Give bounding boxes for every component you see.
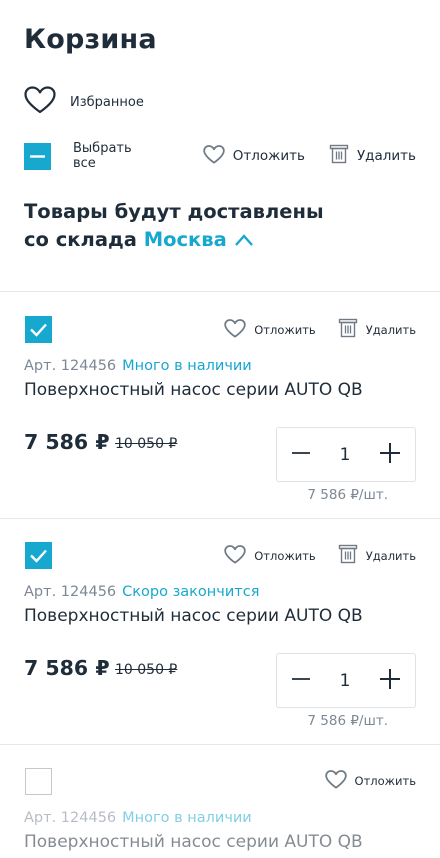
delete-item-button[interactable]: Удалить	[338, 318, 416, 341]
price: 7 586 ₽	[24, 656, 110, 680]
price: 7 586 ₽	[24, 430, 110, 454]
postpone-item-button[interactable]: Отложить	[224, 318, 316, 341]
favorites-label: Избранное	[70, 94, 144, 110]
unit-price: 7 586 ₽/шт.	[307, 713, 388, 729]
checkmark-icon	[30, 549, 47, 563]
heart-icon	[24, 86, 56, 118]
postpone-all-label: Отложить	[232, 148, 305, 164]
minus-icon	[292, 451, 310, 454]
delete-item-label: Удалить	[365, 322, 416, 337]
select-all-label: Выбрать все	[73, 141, 132, 171]
cart-toolbar: Выбрать все Отложить Удалить	[24, 140, 416, 172]
heart-icon	[324, 770, 347, 792]
plus-button[interactable]	[379, 442, 401, 468]
quantity-stepper: 1	[276, 427, 416, 482]
cart-item: Отложить Арт. 124456 Много в наличии Пове…	[0, 744, 440, 858]
product-name[interactable]: Поверхностный насос серии AUTO QB	[24, 832, 363, 852]
delivery-prefix: со склада	[24, 228, 137, 251]
trash-icon	[338, 318, 358, 341]
item-checkbox[interactable]	[25, 316, 52, 343]
quantity-value[interactable]: 1	[340, 445, 351, 465]
page-title: Корзина	[24, 24, 157, 55]
product-name[interactable]: Поверхностный насос серии AUTO QB	[24, 606, 363, 626]
postpone-all-button[interactable]: Отложить	[203, 144, 305, 168]
heart-icon	[224, 318, 246, 341]
stock-status: Скоро закончится	[122, 584, 260, 600]
plus-button[interactable]	[379, 668, 401, 694]
article-number: Арт. 124456	[24, 358, 117, 374]
stock-status: Много в наличии	[122, 358, 252, 374]
quantity-stepper: 1	[276, 653, 416, 708]
minus-button[interactable]	[291, 443, 311, 467]
article-number: Арт. 124456	[24, 584, 117, 600]
city-label: Москва	[143, 228, 227, 251]
minus-icon	[30, 154, 45, 158]
trash-icon	[329, 144, 349, 168]
delivery-line-2: со склада Москва	[24, 226, 324, 254]
checkmark-icon	[30, 323, 47, 337]
delivery-line-1: Товары будут доставлены	[24, 200, 324, 223]
quantity-value[interactable]: 1	[340, 671, 351, 691]
cart-item: Отложить Удалить Арт. 124456 Много в нали…	[0, 292, 440, 518]
postpone-item-label: Отложить	[254, 322, 316, 337]
delivery-info: Товары будут доставлены со склада Москва	[24, 198, 324, 254]
item-checkbox[interactable]	[25, 542, 52, 569]
chevron-up-icon	[234, 234, 253, 246]
plus-icon	[379, 442, 400, 463]
select-all-checkbox[interactable]	[24, 142, 51, 170]
delete-all-label: Удалить	[356, 148, 416, 164]
old-price: 10 050 ₽	[115, 436, 178, 452]
plus-icon	[379, 668, 400, 689]
delete-item-button[interactable]: Удалить	[338, 544, 416, 567]
favorites-link[interactable]: Избранное	[24, 86, 144, 118]
trash-icon	[338, 544, 358, 567]
item-checkbox[interactable]	[25, 768, 52, 795]
article-number: Арт. 124456	[24, 810, 117, 826]
heart-icon	[224, 544, 246, 567]
stock-status: Много в наличии	[122, 810, 252, 826]
postpone-item-label: Отложить	[254, 548, 316, 563]
minus-button[interactable]	[291, 669, 311, 693]
product-name[interactable]: Поверхностный насос серии AUTO QB	[24, 380, 363, 400]
delete-item-label: Удалить	[365, 548, 416, 563]
postpone-item-button[interactable]: Отложить	[324, 770, 416, 792]
postpone-item-button[interactable]: Отложить	[224, 544, 316, 567]
postpone-item-label: Отложить	[354, 774, 416, 788]
city-selector[interactable]: Москва	[144, 228, 254, 251]
cart-item: Отложить Удалить Арт. 124456 Скоро законч…	[0, 518, 440, 744]
unit-price: 7 586 ₽/шт.	[307, 487, 388, 503]
heart-icon	[203, 144, 225, 168]
minus-icon	[292, 677, 310, 680]
old-price: 10 050 ₽	[115, 662, 178, 678]
delete-all-button[interactable]: Удалить	[329, 144, 416, 168]
